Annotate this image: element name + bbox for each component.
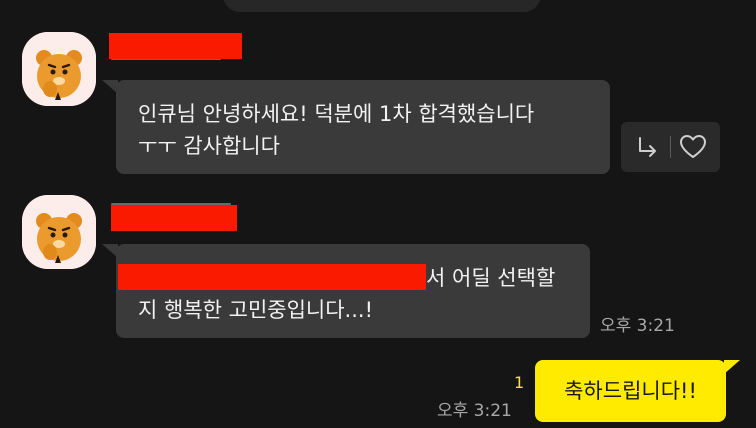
message-line: ㅜㅜ 감사합니다 — [138, 134, 280, 158]
heart-icon — [680, 135, 706, 158]
date-divider-pill — [223, 0, 541, 12]
ryan-character-icon — [22, 32, 96, 106]
sender-name-redacted — [109, 33, 242, 59]
action-divider — [670, 136, 671, 158]
message-line: 지 행복한 고민중입니다...! — [138, 298, 373, 322]
chat-room: 인큐님 안녕하세요! 덕분에 1차 합격했습니다 ㅜㅜ 감사합니다 서 어딜 선… — [0, 0, 756, 428]
message-timestamp: 오후 3:21 — [600, 316, 675, 336]
message-timestamp: 오후 3:21 — [437, 401, 512, 421]
profile-avatar[interactable] — [22, 32, 96, 106]
my-message-bubble[interactable]: 축하드립니다!! — [535, 360, 740, 422]
message-bubble[interactable]: 서 어딜 선택할 지 행복한 고민중입니다...! — [102, 244, 590, 338]
reply-arrow-icon — [639, 137, 656, 157]
unread-count: 1 — [514, 373, 525, 392]
message-line: 서 어딜 선택할 — [118, 262, 590, 294]
profile-avatar[interactable] — [22, 195, 96, 269]
sender-name-redacted — [111, 205, 237, 231]
message-action-bar — [621, 122, 720, 172]
reply-button[interactable] — [628, 127, 668, 167]
like-button[interactable] — [673, 127, 713, 167]
message-text-redacted — [118, 264, 426, 290]
message-line: 인큐님 안녕하세요! 덕분에 1차 합격했습니다 — [138, 102, 535, 126]
message-bubble[interactable]: 인큐님 안녕하세요! 덕분에 1차 합격했습니다 ㅜㅜ 감사합니다 — [102, 80, 610, 174]
ryan-character-icon — [22, 195, 96, 269]
message-text: 서 어딜 선택할 — [426, 266, 556, 290]
